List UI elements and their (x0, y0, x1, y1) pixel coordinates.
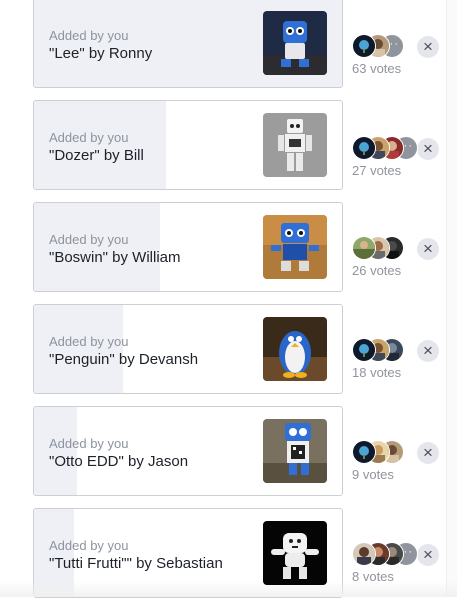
close-icon: × (423, 443, 433, 462)
vote-count[interactable]: 26 votes (352, 263, 401, 278)
option-text: Added by you "Boswin" by William (49, 232, 181, 267)
option-votes-panel: ··· 8 votes × (350, 542, 445, 592)
option-text: Added by you "Tutti Frutti"" by Sebastia… (49, 538, 223, 573)
poll-option-penguin[interactable]: Added by you "Penguin" by Devansh (33, 304, 343, 394)
close-icon: × (423, 139, 433, 158)
option-text: Added by you "Penguin" by Devansh (49, 334, 198, 369)
close-icon: × (423, 341, 433, 360)
option-title: "Lee" by Ronny (49, 45, 153, 62)
option-photo-tutti-frutti-robot[interactable] (263, 521, 327, 585)
added-by-label: Added by you (49, 130, 129, 145)
vote-count[interactable]: 63 votes (352, 61, 401, 76)
voter-avatar (352, 136, 376, 160)
remove-option-button[interactable]: × (417, 442, 439, 464)
added-by-label: Added by you (49, 334, 129, 349)
option-title: "Tutti Frutti"" by Sebastian (49, 555, 223, 572)
option-title: "Otto EDD" by Jason (49, 453, 189, 470)
option-text: Added by you "Dozer" by Bill (49, 130, 144, 165)
scrollbar-track[interactable] (446, 0, 457, 597)
option-votes-panel: 9 votes × (350, 440, 445, 490)
option-votes-panel: ··· 63 votes × (350, 34, 445, 84)
poll-option-dozer[interactable]: Added by you "Dozer" by Bill (33, 100, 343, 190)
option-photo-otto-robot[interactable] (263, 419, 327, 483)
close-icon: × (423, 545, 433, 564)
option-photo-boswin-robot[interactable] (263, 215, 327, 279)
option-photo-blue-robot[interactable] (263, 11, 327, 75)
added-by-label: Added by you (49, 28, 129, 43)
remove-option-button[interactable]: × (417, 340, 439, 362)
added-by-label: Added by you (49, 538, 129, 553)
remove-option-button[interactable]: × (417, 238, 439, 260)
option-votes-panel: ··· 27 votes × (350, 136, 445, 186)
added-by-label: Added by you (49, 436, 129, 451)
option-photo-penguin-robot[interactable] (263, 317, 327, 381)
added-by-label: Added by you (49, 232, 129, 247)
poll-option-tutti-frutti[interactable]: Added by you "Tutti Frutti"" by Sebastia… (33, 508, 343, 598)
vote-count[interactable]: 18 votes (352, 365, 401, 380)
option-votes-panel: 18 votes × (350, 338, 445, 388)
remove-option-button[interactable]: × (417, 138, 439, 160)
option-photo-white-robot[interactable] (263, 113, 327, 177)
voter-avatar (352, 236, 376, 260)
vote-count[interactable]: 9 votes (352, 467, 394, 482)
poll-option-boswin[interactable]: Added by you "Boswin" by William (33, 202, 343, 292)
voter-avatar (352, 440, 376, 464)
close-icon: × (423, 37, 433, 56)
close-icon: × (423, 239, 433, 258)
remove-option-button[interactable]: × (417, 36, 439, 58)
vote-count[interactable]: 27 votes (352, 163, 401, 178)
voter-avatar (352, 542, 376, 566)
option-votes-panel: 26 votes × (350, 236, 445, 286)
remove-option-button[interactable]: × (417, 544, 439, 566)
option-title: "Boswin" by William (49, 249, 181, 266)
option-title: "Penguin" by Devansh (49, 351, 199, 368)
vote-count[interactable]: 8 votes (352, 569, 394, 584)
voter-avatar (352, 34, 376, 58)
voter-avatar (352, 338, 376, 362)
poll-option-otto-edd[interactable]: Added by you "Otto EDD" by Jason (33, 406, 343, 496)
option-text: Added by you "Otto EDD" by Jason (49, 436, 188, 471)
poll-option-lee[interactable]: Added by you "Lee" by Ronny (33, 0, 343, 88)
poll-options: Added by you "Lee" by Ronny ··· 63 votes… (0, 0, 457, 598)
option-title: "Dozer" by Bill (49, 147, 144, 164)
option-text: Added by you "Lee" by Ronny (49, 28, 152, 63)
